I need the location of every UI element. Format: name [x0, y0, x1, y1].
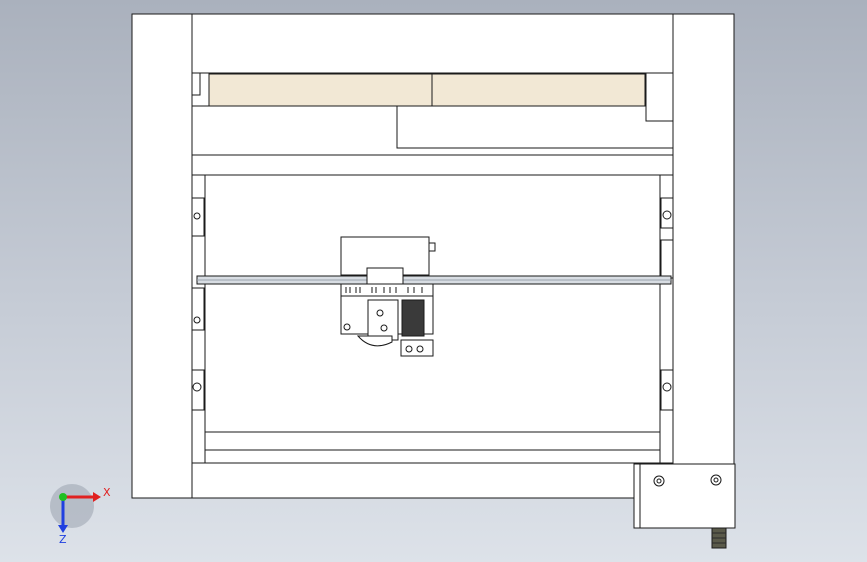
- hotend-bracket: [367, 299, 399, 341]
- control-box-body: [633, 463, 736, 529]
- top-panels: [208, 73, 646, 107]
- top-beam: [191, 13, 674, 74]
- control-box-screw-inner: [713, 477, 719, 483]
- mount-hole: [662, 382, 672, 392]
- motor-connector: [428, 242, 436, 252]
- guide-rail: [196, 275, 672, 285]
- cad-viewport[interactable]: X Z: [0, 0, 867, 562]
- x-axis-label: X: [103, 486, 111, 499]
- mount-hole: [193, 212, 201, 220]
- carriage-screw: [380, 324, 388, 332]
- right-rail: [672, 13, 735, 465]
- y-axis-dot: [59, 493, 67, 501]
- hotend-motor: [401, 299, 425, 337]
- z-axis-head: [58, 525, 68, 533]
- upper-crossbar: [191, 154, 674, 176]
- nozzle-hole: [416, 345, 424, 353]
- mount-hole: [662, 210, 672, 220]
- carriage-screw: [343, 323, 351, 331]
- coordinate-triad: X Z: [50, 484, 111, 546]
- left-rail: [131, 13, 193, 499]
- left-bracket-top: [191, 72, 201, 96]
- x-axis-head: [93, 492, 101, 502]
- panel-right: [431, 73, 646, 107]
- control-box: [633, 463, 736, 549]
- carriage-slot: [366, 267, 404, 285]
- z-axis-label: Z: [59, 533, 67, 546]
- control-box-screw-inner: [656, 478, 662, 484]
- nozzle-hole: [405, 345, 413, 353]
- left-mount-2: [191, 287, 205, 331]
- right-block: [645, 72, 674, 122]
- control-box-lip: [633, 463, 641, 529]
- triad-shadow: [50, 484, 94, 528]
- right-mount-2: [660, 239, 674, 279]
- lower-crossbar: [204, 431, 661, 451]
- carriage-screw: [376, 309, 384, 317]
- mount-hole: [193, 316, 201, 324]
- bottom-beam: [191, 462, 674, 499]
- mount-hole: [192, 382, 202, 392]
- upper-bracket: [396, 105, 674, 149]
- panel-left: [208, 73, 433, 107]
